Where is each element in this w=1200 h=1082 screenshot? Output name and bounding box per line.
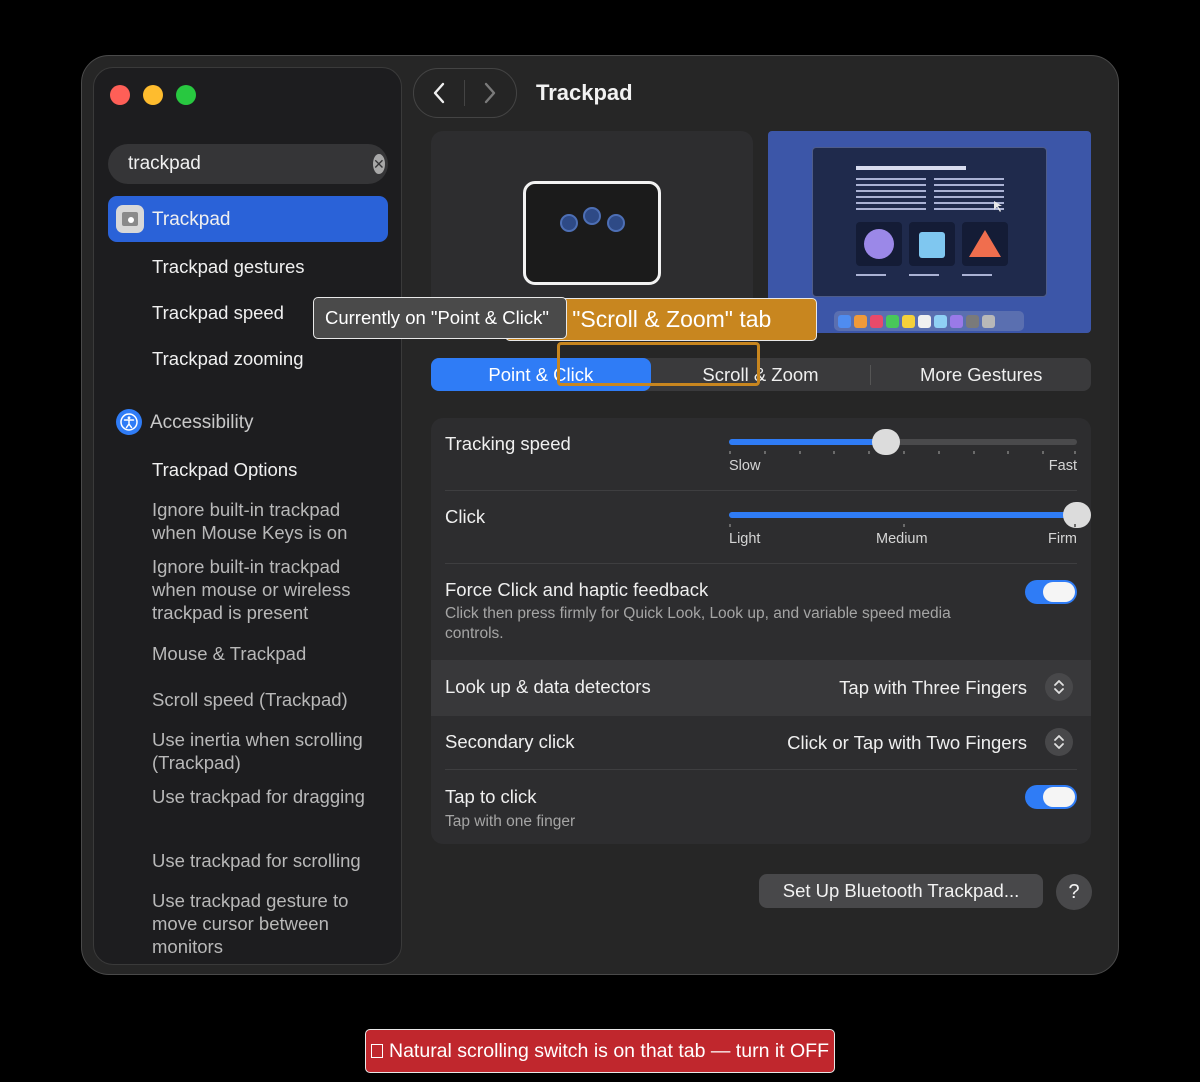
minimize-window-button[interactable] — [143, 85, 163, 105]
toggle-knob — [1043, 787, 1075, 807]
back-button[interactable] — [414, 69, 464, 117]
slider-fill — [729, 439, 886, 445]
chevron-right-icon — [484, 82, 496, 104]
force-click-label: Force Click and haptic feedback — [445, 579, 709, 600]
current-state-overlay: Currently on "Point & Click" — [313, 297, 567, 339]
click-medium-label: Medium — [876, 531, 928, 547]
sidebar-subitem-trackpad-gestures[interactable]: Trackpad gestures — [152, 255, 388, 278]
sidebar-subitem-ignore-wireless[interactable]: Ignore built-in trackpad when mouse or w… — [152, 555, 388, 624]
tracking-speed-max-label: Fast — [1048, 458, 1077, 474]
sidebar-subitem-gesture-monitors[interactable]: Use trackpad gesture to move cursor betw… — [152, 889, 388, 958]
lookup-popup-button[interactable] — [1045, 673, 1073, 701]
sidebar: ✕ Trackpad Trackpad gestures Trackpad sp… — [93, 67, 402, 965]
sidebar-subitem-scroll-speed[interactable]: Scroll speed (Trackpad) — [152, 688, 388, 711]
trackpad-app-icon — [116, 205, 144, 233]
tracking-speed-slider[interactable] — [729, 429, 1077, 455]
click-ticks — [729, 524, 1077, 528]
divider — [445, 769, 1077, 770]
close-window-button[interactable] — [110, 85, 130, 105]
sidebar-subitem-trackpad-options[interactable]: Trackpad Options — [152, 458, 388, 481]
page-title: Trackpad — [536, 80, 633, 105]
finger-dot — [607, 214, 625, 232]
click-light-label: Light — [729, 531, 761, 547]
search-field[interactable]: ✕ — [108, 144, 388, 184]
forward-button[interactable] — [465, 69, 515, 117]
chevron-up-down-icon — [1054, 680, 1064, 694]
preview-dock — [834, 311, 1024, 331]
sidebar-subitem-inertia[interactable]: Use inertia when scrolling (Trackpad) — [152, 728, 388, 774]
click-firm-label: Firm — [1048, 531, 1077, 547]
secondary-click-popup-value[interactable]: Click or Tap with Two Fingers — [787, 732, 1027, 754]
trackpad-illustration — [523, 181, 661, 285]
settings-window: ✕ Trackpad Trackpad gestures Trackpad sp… — [81, 55, 1119, 975]
sidebar-item-label: Accessibility — [150, 411, 254, 433]
sidebar-subitem-trackpad-zooming[interactable]: Trackpad zooming — [152, 347, 388, 370]
sidebar-subitem-mouse-trackpad[interactable]: Mouse & Trackpad — [152, 642, 388, 665]
force-click-toggle[interactable] — [1025, 580, 1077, 604]
preview-document-graphic — [856, 166, 1008, 276]
clear-search-icon[interactable]: ✕ — [373, 154, 385, 174]
click-pressure-slider[interactable] — [729, 502, 1091, 528]
checkbox-glyph-icon — [371, 1044, 383, 1058]
window-controls — [110, 85, 196, 105]
lookup-label: Look up & data detectors — [445, 676, 651, 697]
chevron-up-down-icon — [1054, 735, 1064, 749]
sidebar-subitem-scrolling[interactable]: Use trackpad for scrolling — [152, 849, 388, 872]
accessibility-icon — [116, 409, 142, 435]
sidebar-item-label: Trackpad — [152, 208, 231, 230]
click-label: Click — [445, 506, 486, 527]
hint-text: Natural scrolling switch is on that tab … — [389, 1039, 829, 1062]
preview-screen — [812, 147, 1047, 297]
settings-group: Tracking speed Slow Fast Click Light Med… — [431, 418, 1091, 844]
tracking-speed-label: Tracking speed — [445, 433, 571, 454]
toggle-knob — [1043, 582, 1075, 602]
tab-bar: Point & Click Scroll & Zoom More Gesture… — [431, 358, 1091, 391]
secondary-click-popup-button[interactable] — [1045, 728, 1073, 756]
sidebar-item-accessibility[interactable]: Accessibility — [108, 399, 388, 445]
finger-dot — [560, 214, 578, 232]
divider — [445, 563, 1077, 564]
search-input[interactable] — [128, 153, 373, 175]
secondary-click-label: Secondary click — [445, 731, 575, 752]
sidebar-subitem-ignore-mouse-keys[interactable]: Ignore built-in trackpad when Mouse Keys… — [152, 498, 388, 544]
chevron-left-icon — [433, 82, 445, 104]
tracking-speed-ticks — [729, 451, 1077, 455]
tab-more-gestures[interactable]: More Gestures — [871, 358, 1091, 391]
tap-to-click-toggle[interactable] — [1025, 785, 1077, 809]
zoom-window-button[interactable] — [176, 85, 196, 105]
force-click-description: Click then press firmly for Quick Look, … — [445, 605, 951, 642]
tap-to-click-label: Tap to click — [445, 786, 537, 807]
help-button[interactable]: ? — [1056, 874, 1092, 910]
navigation-buttons — [413, 68, 517, 118]
sidebar-item-trackpad[interactable]: Trackpad — [108, 196, 388, 242]
tracking-speed-min-label: Slow — [729, 458, 761, 474]
tap-to-click-description: Tap with one finger — [445, 813, 576, 830]
divider — [445, 490, 1077, 491]
lookup-popup-value[interactable]: Tap with Three Fingers — [839, 677, 1027, 699]
slider-fill — [729, 512, 1077, 518]
target-highlight-box — [557, 342, 760, 386]
sidebar-subitem-dragging[interactable]: Use trackpad for dragging — [152, 785, 388, 808]
hint-overlay: Natural scrolling switch is on that tab … — [365, 1029, 835, 1073]
setup-bluetooth-trackpad-button[interactable]: Set Up Bluetooth Trackpad... — [759, 874, 1043, 908]
finger-dot — [583, 207, 601, 225]
